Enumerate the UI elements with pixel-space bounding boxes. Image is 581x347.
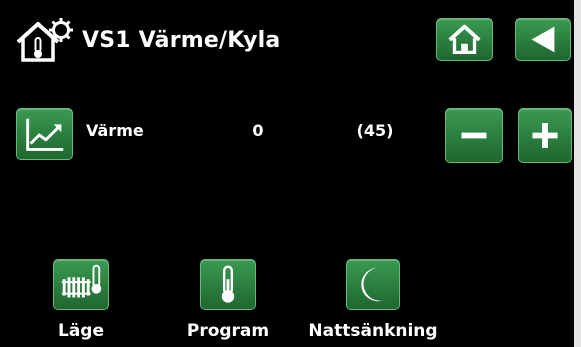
mode-label: Läge (57, 321, 104, 341)
radiator-thermometer-icon (61, 264, 102, 298)
program-label: Program (186, 321, 270, 341)
screen-edge (574, 0, 581, 347)
row-label: Värme (86, 121, 144, 140)
page-title: VS1 Värme/Kyla (82, 28, 281, 53)
minus-icon (461, 132, 487, 139)
screen: VS1 Värme/Kyla Värme 0 (45) Läge Program… (0, 0, 574, 347)
mode-button[interactable] (53, 259, 109, 310)
chart-icon (26, 118, 64, 151)
thermometer-icon (221, 265, 235, 303)
decrease-button[interactable] (445, 108, 503, 163)
program-button[interactable] (200, 259, 256, 310)
plus-icon (532, 122, 558, 149)
increase-button[interactable] (518, 108, 572, 163)
row-value: 0 (252, 121, 264, 140)
night-setback-button[interactable] (346, 259, 400, 310)
house-icon (448, 24, 481, 55)
house-thermometer-gear-icon (14, 18, 74, 64)
chart-button[interactable] (16, 108, 73, 160)
home-button[interactable] (436, 18, 493, 61)
back-arrow-icon (531, 26, 555, 53)
night-setback-label: Nattsänkning (308, 321, 438, 341)
back-button[interactable] (515, 18, 571, 61)
moon-icon (361, 267, 384, 302)
row-setpoint: (45) (356, 121, 394, 140)
